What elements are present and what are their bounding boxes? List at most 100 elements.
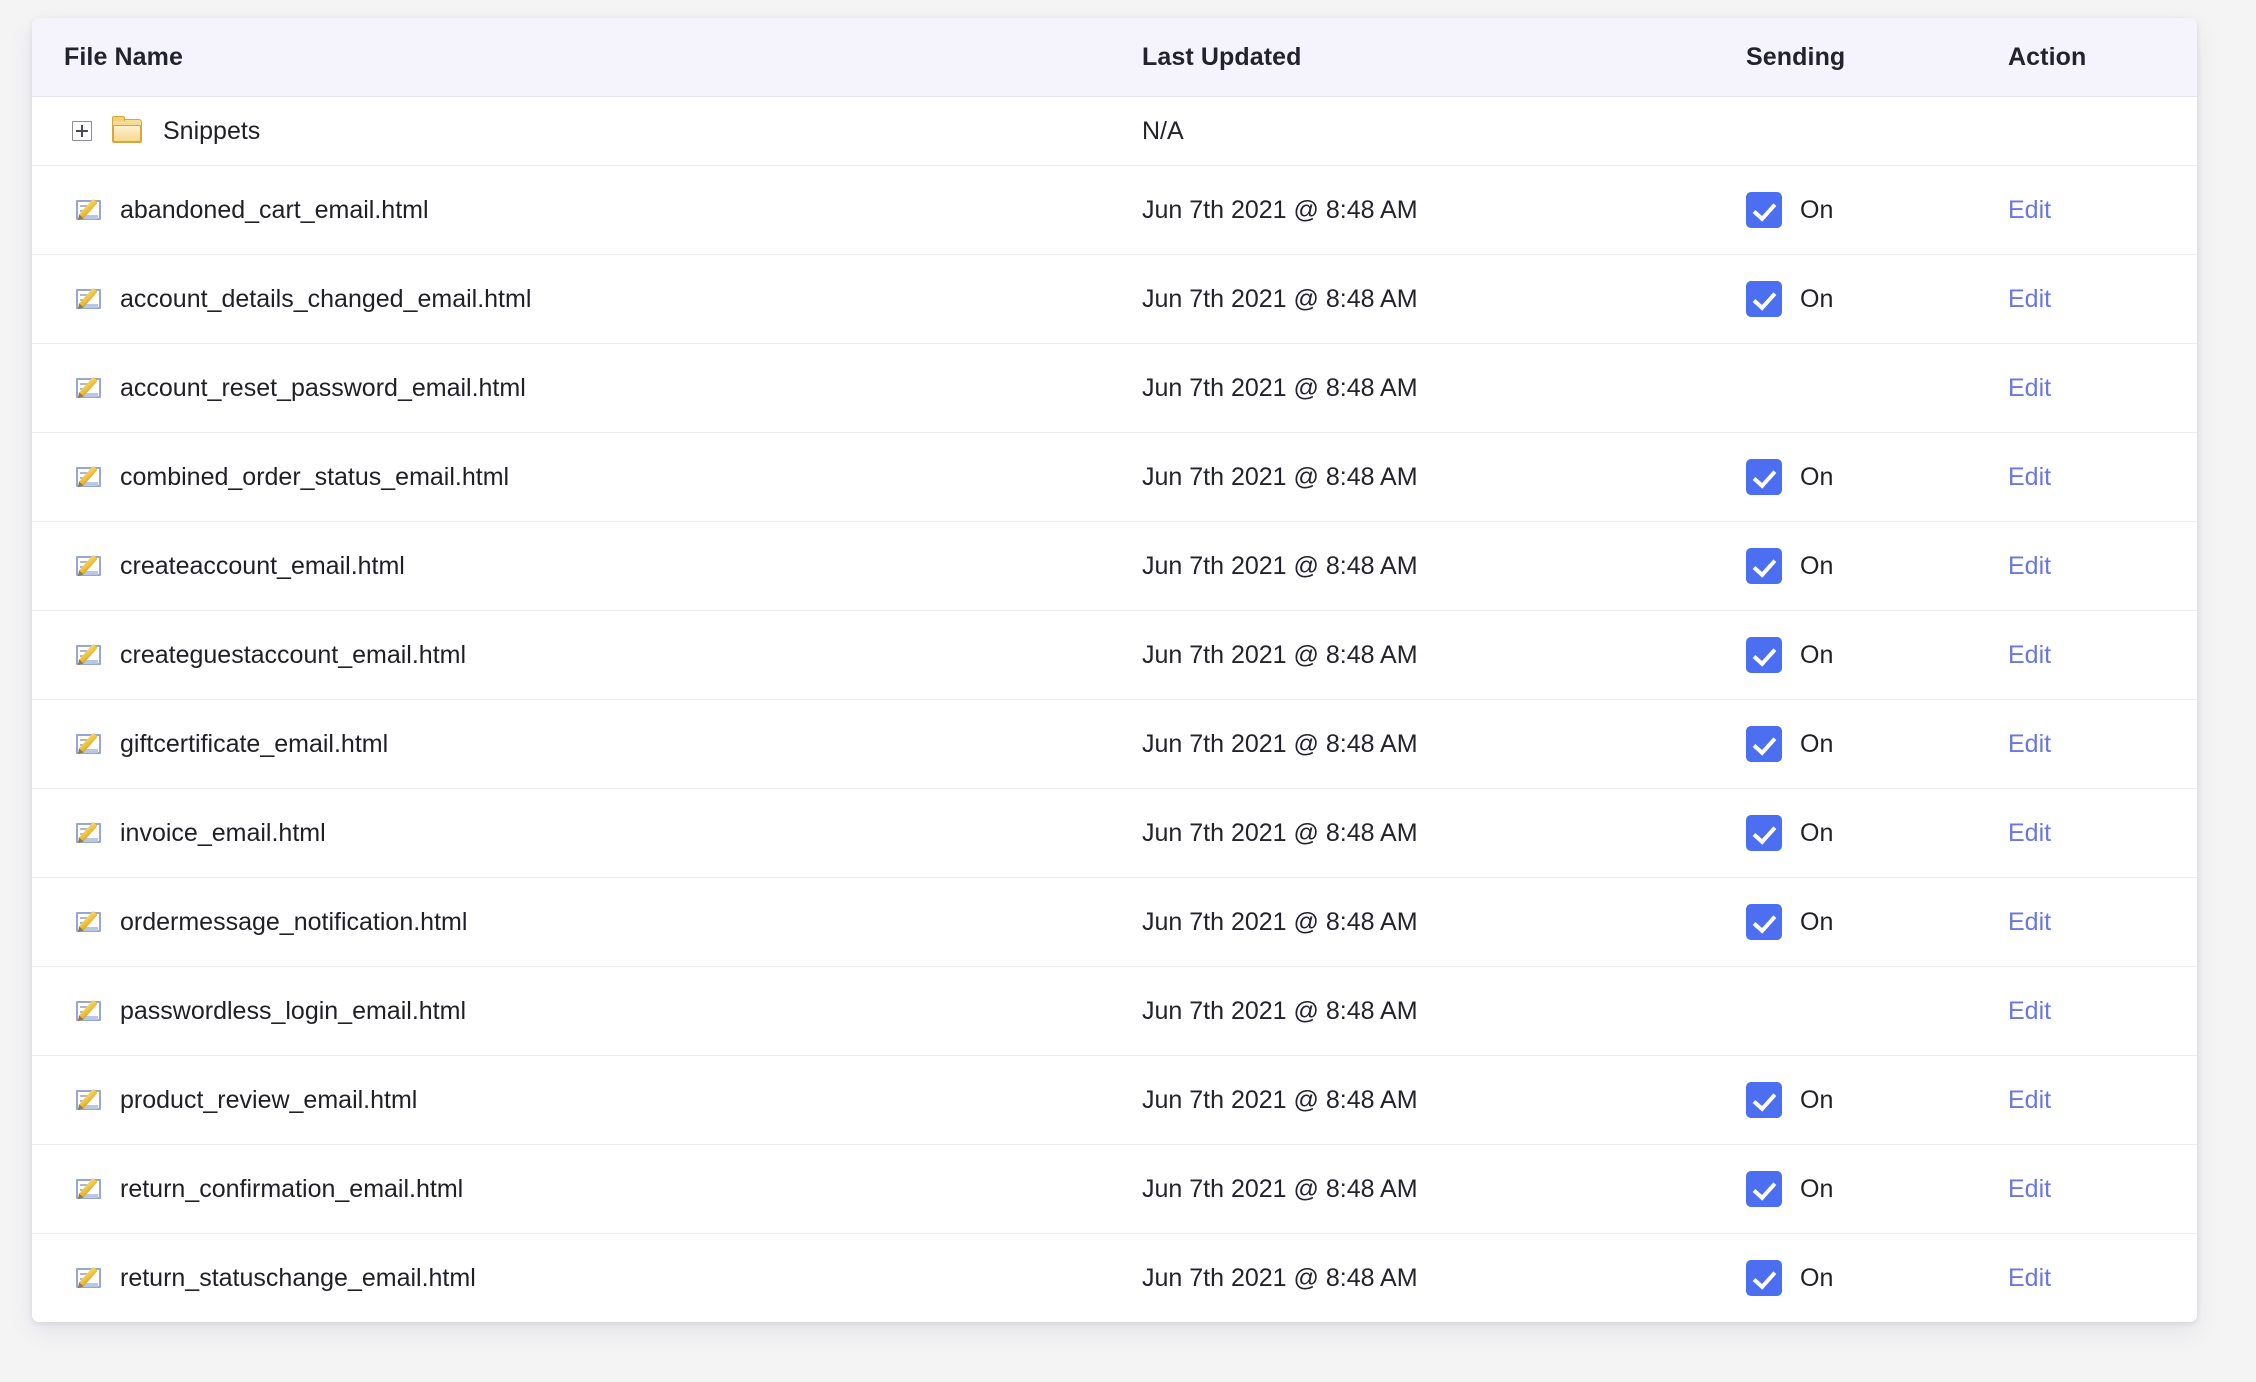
sending-checkbox[interactable] [1746,281,1782,317]
edit-link[interactable]: Edit [2008,463,2051,491]
sending-checkbox[interactable] [1746,548,1782,584]
edit-link[interactable]: Edit [2008,285,2051,313]
table-row[interactable]: abandoned_cart_email.html Jun 7th 2021 @… [32,165,2197,255]
page-root: File Name Last Updated Sending Action Sn… [0,0,2256,1382]
action-cell: Edit [1992,165,2197,255]
sending-status-label: On [1800,729,1834,758]
sending-cell: On [1720,877,1992,967]
sending-checkbox[interactable] [1746,637,1782,673]
file-cell-inner: createaccount_email.html [64,552,1112,581]
sending-cell: On [1720,165,1992,255]
plus-square-expander-icon[interactable] [72,121,92,141]
sending-cell-inner: On [1746,815,1992,851]
sending-cell: On [1720,254,1992,344]
action-cell: Edit [1992,788,2197,878]
file-cell-inner: createguestaccount_email.html [64,641,1112,670]
table-row[interactable]: invoice_email.html Jun 7th 2021 @ 8:48 A… [32,788,2197,878]
table-row[interactable]: account_details_changed_email.html Jun 7… [32,254,2197,344]
column-header-last-updated[interactable]: Last Updated [1112,18,1720,97]
file-name-label: return_statuschange_email.html [120,1263,476,1292]
edit-link[interactable]: Edit [2008,196,2051,224]
file-cell-inner: return_confirmation_email.html [64,1175,1112,1204]
file-name-cell: return_confirmation_email.html [32,1144,1112,1234]
sending-checkbox[interactable] [1746,1171,1782,1207]
edit-link[interactable]: Edit [2008,641,2051,669]
last-updated-cell: Jun 7th 2021 @ 8:48 AM [1112,1233,1720,1322]
edit-link[interactable]: Edit [2008,552,2051,580]
folder-last-updated-cell: N/A [1112,96,1720,166]
file-name-label: combined_order_status_email.html [120,462,510,491]
sending-cell-inner: On [1746,993,1992,1029]
memo-file-icon [76,643,104,667]
edit-link[interactable]: Edit [2008,1175,2051,1203]
file-name-cell: account_details_changed_email.html [32,254,1112,344]
file-name-cell: abandoned_cart_email.html [32,165,1112,255]
file-name-label: giftcertificate_email.html [120,729,389,758]
sending-checkbox[interactable] [1746,815,1782,851]
sending-checkbox[interactable] [1746,192,1782,228]
table-row[interactable]: passwordless_login_email.html Jun 7th 20… [32,966,2197,1056]
edit-link[interactable]: Edit [2008,730,2051,758]
folder-name-cell: Snippets [32,96,1112,166]
edit-link[interactable]: Edit [2008,1086,2051,1114]
sending-cell-inner: On [1746,1171,1992,1207]
file-name-label: product_review_email.html [120,1085,418,1114]
table-row[interactable]: return_confirmation_email.html Jun 7th 2… [32,1144,2197,1234]
column-header-action[interactable]: Action [1992,18,2197,97]
table-row[interactable]: createguestaccount_email.html Jun 7th 20… [32,610,2197,700]
table-row[interactable]: giftcertificate_email.html Jun 7th 2021 … [32,699,2197,789]
sending-status-label: On [1800,551,1834,580]
edit-link[interactable]: Edit [2008,997,2051,1025]
action-cell: Edit [1992,432,2197,522]
table-row[interactable]: account_reset_password_email.html Jun 7t… [32,343,2197,433]
last-updated-cell: Jun 7th 2021 @ 8:48 AM [1112,788,1720,878]
file-cell-inner: giftcertificate_email.html [64,730,1112,759]
file-name-label: account_reset_password_email.html [120,373,526,402]
edit-link[interactable]: Edit [2008,819,2051,847]
sending-status-label: On [1800,284,1834,313]
last-updated-cell: Jun 7th 2021 @ 8:48 AM [1112,1055,1720,1145]
table-row-folder[interactable]: Snippets N/A [32,96,2197,166]
last-updated-cell: Jun 7th 2021 @ 8:48 AM [1112,165,1720,255]
edit-link[interactable]: Edit [2008,374,2051,402]
file-name-label: passwordless_login_email.html [120,996,466,1025]
table-row[interactable]: combined_order_status_email.html Jun 7th… [32,432,2197,522]
table-row[interactable]: product_review_email.html Jun 7th 2021 @… [32,1055,2197,1145]
sending-cell-inner: On [1746,281,1992,317]
folder-label: Snippets [163,116,261,145]
sending-status-label: On [1800,1174,1834,1203]
file-name-cell: passwordless_login_email.html [32,966,1112,1056]
sending-status-label: On [1800,195,1834,224]
sending-checkbox[interactable] [1746,1082,1782,1118]
table-body: Snippets N/A abandoned_cart_email.html J… [32,96,2197,1322]
sending-checkbox[interactable] [1746,904,1782,940]
sending-cell: On [1720,1144,1992,1234]
action-cell: Edit [1992,1144,2197,1234]
memo-file-icon [76,465,104,489]
memo-file-icon [76,198,104,222]
column-header-sending[interactable]: Sending [1720,18,1992,97]
last-updated-cell: Jun 7th 2021 @ 8:48 AM [1112,699,1720,789]
table-row[interactable]: ordermessage_notification.html Jun 7th 2… [32,877,2197,967]
file-cell-inner: product_review_email.html [64,1086,1112,1115]
memo-file-icon [76,1088,104,1112]
file-name-label: abandoned_cart_email.html [120,195,429,224]
action-cell: Edit [1992,521,2197,611]
file-cell-inner: account_details_changed_email.html [64,285,1112,314]
sending-checkbox[interactable] [1746,726,1782,762]
sending-status-label: On [1800,462,1834,491]
sending-checkbox[interactable] [1746,1260,1782,1296]
action-cell: Edit [1992,966,2197,1056]
column-header-file-name[interactable]: File Name [32,18,1112,97]
sending-cell-inner: On [1746,726,1992,762]
sending-checkbox[interactable] [1746,459,1782,495]
sending-status-label: On [1800,1263,1834,1292]
file-name-label: ordermessage_notification.html [120,907,468,936]
table-row[interactable]: return_statuschange_email.html Jun 7th 2… [32,1233,2197,1322]
file-name-label: return_confirmation_email.html [120,1174,464,1203]
sending-cell: On [1720,1055,1992,1145]
edit-link[interactable]: Edit [2008,908,2051,936]
table-row[interactable]: createaccount_email.html Jun 7th 2021 @ … [32,521,2197,611]
edit-link[interactable]: Edit [2008,1264,2051,1292]
action-cell: Edit [1992,343,2197,433]
